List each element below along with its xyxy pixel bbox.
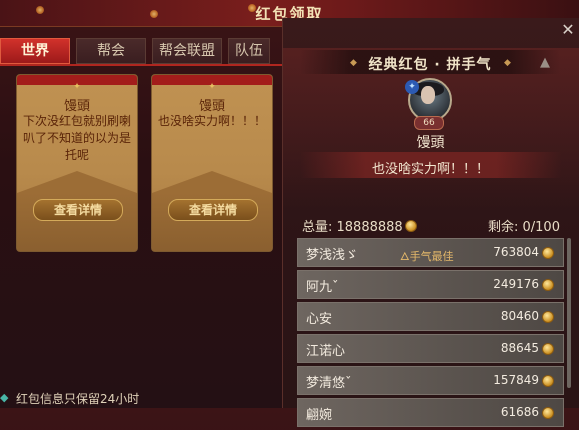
envelope-message: 也没啥实力啊！！！	[371, 162, 489, 177]
total-amount: 总量: 18888888	[302, 216, 417, 235]
red-envelope-card[interactable]: ✦ 馒頭 也没啥实力啊！！！ 查看详情	[151, 74, 273, 252]
card-message: 也没啥实力啊！！！	[158, 114, 267, 128]
coin-icon	[542, 343, 554, 355]
recipient-amount: 763804	[493, 245, 539, 259]
envelope-stats: 总量: 18888888 剩余: 0/100	[296, 212, 566, 235]
card-sender: 馒頭	[63, 99, 90, 114]
avatar-face	[421, 86, 435, 104]
coin-icon	[404, 220, 417, 232]
view-details-button[interactable]: 查看详情	[168, 199, 258, 221]
retention-notice: 红包信息只保留24小时	[16, 392, 140, 406]
recipient-name: 江诺心	[306, 344, 346, 359]
recipient-name: 梦清悠ˇ	[306, 376, 352, 391]
sender-name: 馒頭	[416, 135, 445, 151]
best-luck-label: 🜂手气最佳	[400, 250, 454, 263]
coin-icon	[542, 279, 554, 291]
tabs-underline	[0, 64, 282, 66]
list-item: 阿九ˇ 249176	[297, 270, 564, 299]
coin-icon	[542, 247, 554, 259]
tab-world[interactable]: 世界	[0, 38, 70, 64]
list-scrollbar[interactable]	[567, 238, 571, 388]
remaining-count: 剩余: 0/100	[488, 220, 560, 235]
recipient-name: 阿九ˇ	[306, 280, 339, 295]
flame-icon: 🜂	[400, 250, 410, 263]
recipient-amount: 157849	[493, 373, 539, 387]
envelope-type: 经典红包 · 拼手气	[368, 57, 492, 73]
card-sender: 馒頭	[198, 99, 225, 114]
close-icon[interactable]: ✕	[560, 22, 576, 38]
info-diamond-icon: ◆	[0, 391, 9, 404]
channel-tabs: 世界 帮会 帮会联盟 队伍	[0, 38, 276, 64]
view-details-button[interactable]: 查看详情	[33, 199, 123, 221]
recipient-amount: 88645	[500, 341, 539, 355]
faction-icon: ✦	[405, 80, 419, 94]
tab-guild-alliance[interactable]: 帮会联盟	[152, 38, 222, 64]
tab-guild[interactable]: 帮会	[76, 38, 146, 64]
list-item: 梦浅浅ゞ 🜂手气最佳 763804	[297, 238, 564, 267]
warning-icon[interactable]: ▲	[540, 55, 550, 70]
recipient-name: 翩婉	[306, 408, 333, 423]
recipient-name: 梦浅浅ゞ	[306, 248, 359, 263]
recipient-amount: 80460	[500, 309, 539, 323]
list-item: 翩婉 61686	[297, 398, 564, 427]
ornament-icon: ✦	[208, 82, 216, 92]
recipient-amount: 249176	[493, 277, 539, 291]
recipient-name: 心安	[306, 312, 333, 327]
list-item: 梦清悠ˇ 157849	[297, 366, 564, 395]
list-item: 江诺心 88645	[297, 334, 564, 363]
list-item: 心安 80460	[297, 302, 564, 331]
ornament-icon: ✦	[73, 82, 81, 92]
tab-team[interactable]: 队伍	[228, 38, 270, 64]
red-envelope-card[interactable]: ✦ 馒頭 下次没红包就别刷喇叭了不知道的以为是托呢 查看详情	[16, 74, 138, 252]
coin-icon	[542, 311, 554, 323]
card-message: 下次没红包就别刷喇叭了不知道的以为是托呢	[23, 114, 132, 162]
coin-icon	[542, 407, 554, 419]
level-badge: 66	[414, 116, 444, 130]
coin-icon	[542, 375, 554, 387]
recipient-amount: 61686	[500, 405, 539, 419]
recipient-list[interactable]: 梦浅浅ゞ 🜂手气最佳 763804 阿九ˇ 249176 心安 80460 江诺…	[297, 238, 564, 430]
